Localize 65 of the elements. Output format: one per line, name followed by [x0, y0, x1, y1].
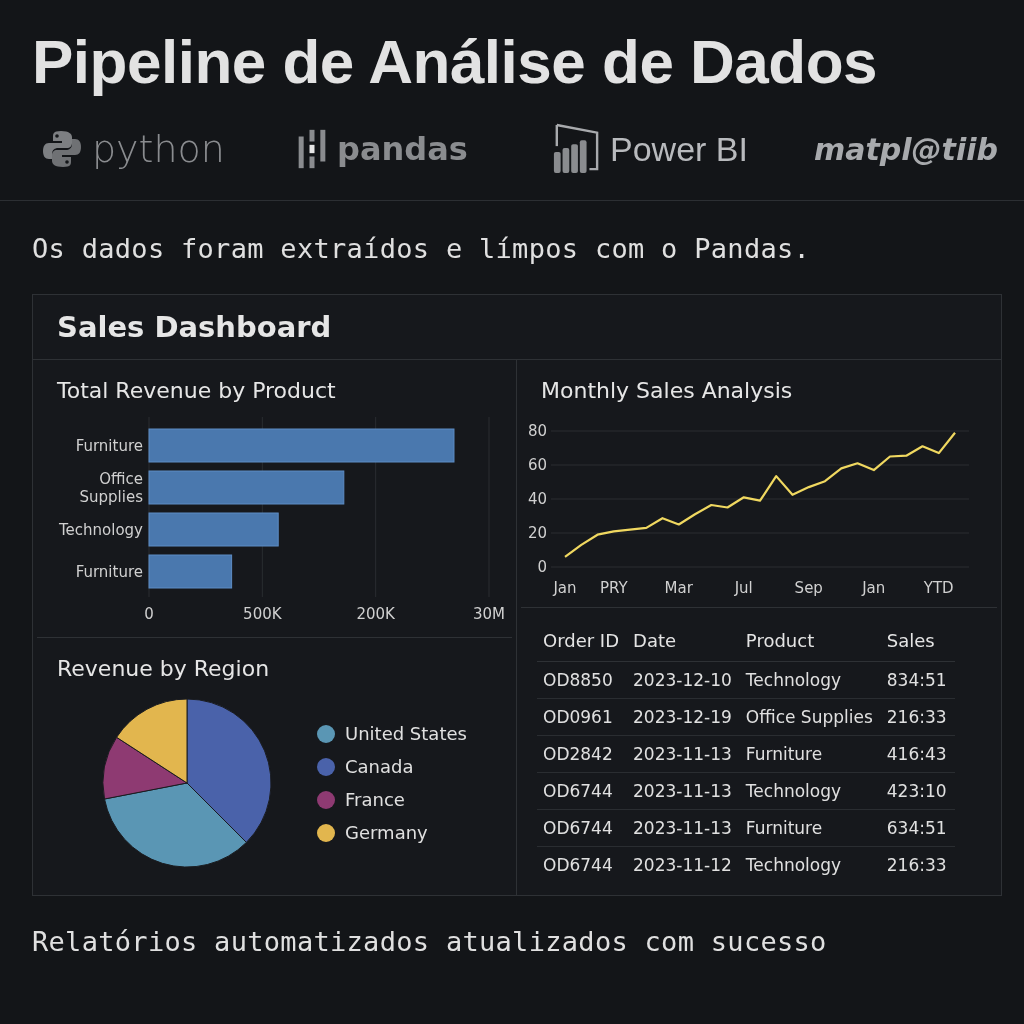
- table-cell: Technology: [739, 846, 881, 883]
- table-cell: 634:51: [880, 809, 955, 847]
- logo-wordmark: python: [92, 127, 225, 171]
- table-cell: Technology: [739, 661, 881, 699]
- table-cell: 216:33: [880, 846, 955, 883]
- table-cell: OD6744: [537, 772, 628, 810]
- table-cell: Office Supplies: [739, 698, 881, 736]
- table-cell: 423:10: [880, 772, 955, 810]
- tick-label: Sep: [794, 579, 823, 597]
- tick-label: Jan: [553, 579, 577, 597]
- legend-label: Canada: [345, 756, 414, 777]
- tick-label: 500K: [243, 605, 282, 623]
- chart-title: Monthly Sales Analysis: [541, 378, 794, 403]
- table-cell: OD0961: [537, 698, 628, 736]
- axis-label: Office Supplies: [79, 470, 143, 506]
- table-cell: 2023-11-12: [627, 846, 740, 883]
- dashboard-title: Sales Dashboard: [57, 310, 332, 344]
- table-cell: Technology: [739, 772, 881, 810]
- logo-wordmark: matpl@tiib: [814, 131, 998, 167]
- tick-label: Jul: [734, 579, 753, 597]
- axis-label: Furniture: [75, 437, 143, 455]
- table-cell: 2023-11-13: [627, 809, 740, 847]
- legend-label: Germany: [345, 822, 428, 843]
- legend-label: United States: [345, 723, 467, 744]
- tick-label: Mar: [664, 579, 693, 597]
- chart-title: Total Revenue by Product: [57, 378, 337, 403]
- intro-text: Os dados foram extraídos e límpos com o Pandas.: [31, 232, 812, 264]
- tick-label: 40: [527, 490, 547, 508]
- column-header: Order ID: [537, 618, 628, 662]
- tick-label: YTD: [923, 579, 954, 597]
- tick-label: Jan: [862, 579, 886, 597]
- tick-label: 200K: [356, 605, 395, 623]
- tick-label: 20: [527, 524, 547, 542]
- table-cell: 2023-12-19: [627, 698, 740, 736]
- column-header: Sales: [880, 618, 955, 662]
- logo-wordmark: pandas: [337, 130, 468, 168]
- tick-label: 0: [537, 558, 547, 576]
- tick-label: 0: [144, 605, 154, 623]
- table-cell: 2023-12-10: [627, 661, 740, 699]
- table-cell: 216:33: [880, 698, 955, 736]
- logo-wordmark: Power BI: [610, 129, 748, 169]
- table-cell: OD2842: [537, 735, 628, 773]
- chart-logo-icon: [552, 123, 600, 175]
- table-cell: Furniture: [739, 809, 881, 847]
- column-header: Date: [627, 618, 740, 662]
- table-cell: 2023-11-13: [627, 772, 740, 810]
- tick-label: 30M: [473, 605, 505, 623]
- table-cell: 2023-11-13: [627, 735, 740, 773]
- table-cell: 834:51: [880, 661, 955, 699]
- tick-label: 60: [527, 456, 547, 474]
- table-cell: OD6744: [537, 846, 628, 883]
- axis-label: Technology: [58, 521, 143, 539]
- status-text: Relatórios automatizados atualizados com sucesso: [31, 925, 828, 957]
- table-cell: OD6744: [537, 809, 628, 847]
- legend-label: France: [345, 789, 405, 810]
- table-cell: 416:43: [880, 735, 955, 773]
- chart-title: Revenue by Region: [57, 656, 271, 681]
- tick-label: PRY: [599, 579, 628, 597]
- table-cell: Furniture: [739, 735, 881, 773]
- table-cell: OD8850: [537, 661, 628, 699]
- snake-logo-icon: [42, 129, 82, 169]
- axis-label: Furniture: [75, 563, 143, 581]
- page-title: Pipeline de Análise de Dados: [31, 26, 879, 98]
- column-header: Product: [739, 618, 881, 662]
- tick-label: 80: [527, 422, 547, 440]
